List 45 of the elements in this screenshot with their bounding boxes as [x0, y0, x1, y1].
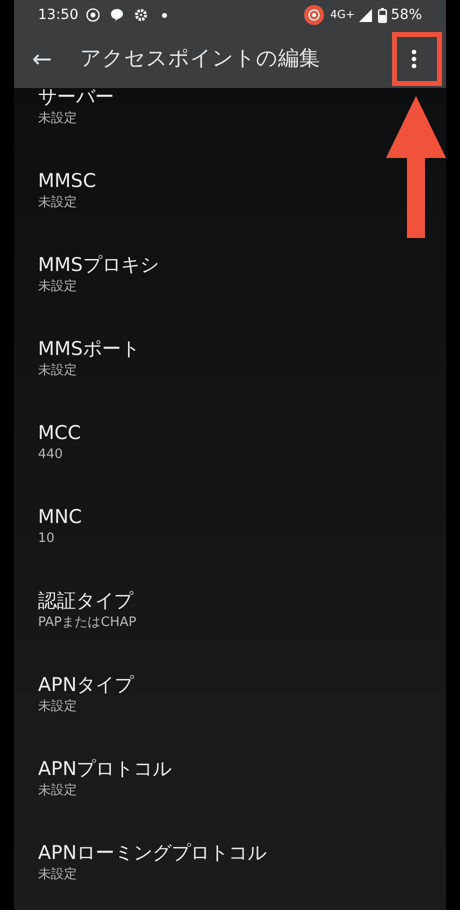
toolbar-title: アクセスポイントの編集: [80, 45, 320, 72]
battery-level: 58%: [390, 6, 422, 24]
setting-value: 未設定: [38, 194, 78, 212]
settings-icon: [134, 8, 148, 22]
settings-item[interactable]: 認証タイプ PAPまたはCHAP: [14, 568, 160, 652]
settings-item[interactable]: MCC 440: [14, 400, 105, 484]
settings-item[interactable]: APNタイプ 未設定: [14, 652, 158, 736]
setting-title: MMSC: [38, 169, 96, 194]
status-time: 13:50: [38, 6, 78, 24]
arrow-icon: [386, 96, 446, 238]
setting-title: MCC: [38, 421, 81, 446]
setting-value: 440: [38, 446, 64, 464]
settings-item[interactable]: MMSプロキシ 未設定: [14, 232, 183, 316]
setting-title: サーバー: [38, 85, 114, 110]
setting-value: 未設定: [38, 278, 78, 296]
setting-value: 未設定: [38, 698, 78, 716]
chat-icon: [110, 8, 124, 22]
settings-item[interactable]: APNプロトコル 未設定: [14, 736, 196, 820]
setting-title: 認証タイプ: [38, 589, 134, 614]
back-button[interactable]: ←: [14, 35, 70, 83]
setting-title: MMSプロキシ: [38, 253, 159, 278]
settings-item[interactable]: MMSポート 未設定: [14, 316, 164, 400]
recording-icon: [304, 5, 324, 25]
setting-value: 未設定: [38, 110, 78, 128]
setting-value: 未設定: [38, 782, 78, 800]
settings-item[interactable]: APNローミングプロトコル 未設定: [14, 820, 291, 904]
battery-icon: [378, 8, 387, 22]
setting-title: APNプロトコル: [38, 757, 172, 782]
setting-value: 10: [38, 530, 56, 548]
setting-title: APNローミングプロトコル: [38, 841, 267, 866]
setting-title: MMSポート: [38, 337, 140, 362]
highlight-box: [392, 32, 442, 86]
setting-title: MNC: [38, 505, 82, 530]
settings-item[interactable]: MNC 10: [14, 484, 106, 568]
settings-item[interactable]: サーバー 未設定: [14, 84, 138, 148]
signal-icon: [358, 8, 372, 22]
setting-title: APNタイプ: [38, 673, 134, 698]
dot-icon: [162, 12, 168, 18]
more-icon: [411, 49, 417, 69]
target-icon: [86, 8, 100, 22]
setting-value: 未設定: [38, 866, 78, 884]
setting-value: PAPまたはCHAP: [38, 614, 136, 632]
settings-item[interactable]: MMSC 未設定: [14, 148, 120, 232]
setting-value: 未設定: [38, 362, 78, 380]
network-type: 4G+: [330, 6, 355, 23]
